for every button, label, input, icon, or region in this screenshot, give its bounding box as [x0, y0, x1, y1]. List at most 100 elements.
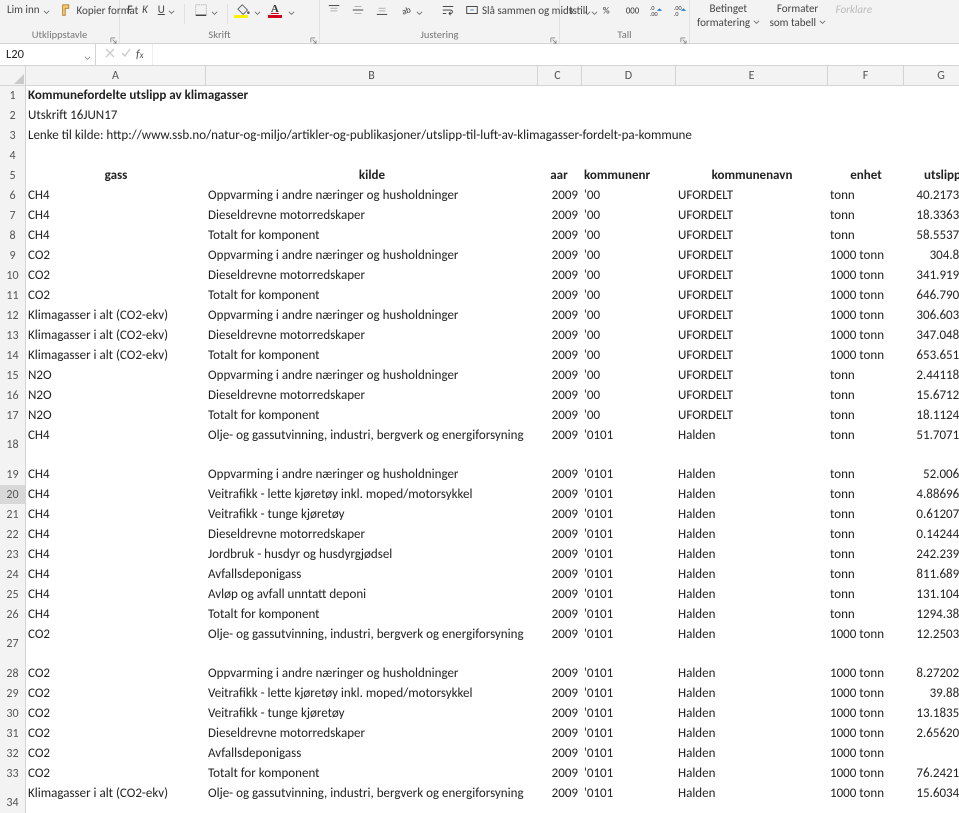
cell[interactable]: Klimagasser i alt (CO2-ekv): [26, 326, 206, 345]
cell[interactable]: CH4: [26, 206, 206, 225]
formula-input[interactable]: [159, 46, 953, 63]
cell[interactable]: UFORDELT: [676, 206, 828, 225]
cell[interactable]: Halden: [676, 724, 828, 743]
cell[interactable]: '0101: [582, 426, 676, 445]
row-header[interactable]: 7: [0, 206, 25, 226]
fx-icon[interactable]: fx: [136, 48, 144, 62]
cell[interactable]: 1000 tonn: [828, 625, 904, 644]
cell[interactable]: CH4: [26, 605, 206, 624]
cell[interactable]: Halden: [676, 465, 828, 484]
cell[interactable]: 2009: [538, 724, 582, 743]
cell[interactable]: Totalt for komponent: [206, 605, 538, 624]
cell[interactable]: 1000 tonn: [828, 326, 904, 345]
cell[interactable]: '00: [582, 266, 676, 285]
cell[interactable]: Halden: [676, 664, 828, 683]
cell[interactable]: 12.2503273: [904, 625, 959, 644]
cell[interactable]: 0.14244618: [904, 525, 959, 544]
row-header[interactable]: 1: [0, 86, 25, 106]
dialog-launcher-icon[interactable]: [310, 34, 317, 41]
cell[interactable]: '0101: [582, 664, 676, 683]
enter-icon[interactable]: [120, 47, 132, 63]
cell[interactable]: 2009: [538, 764, 582, 783]
cell[interactable]: CH4: [26, 226, 206, 245]
row-headers[interactable]: 1234567891011121314151617181920212223242…: [0, 86, 26, 813]
cell[interactable]: tonn: [828, 186, 904, 205]
cell[interactable]: 18.1124022: [904, 406, 959, 425]
column-headers[interactable]: A B C D E F G: [26, 66, 959, 86]
bold-button[interactable]: F: [124, 2, 135, 17]
cell[interactable]: Kommunefordelte utslipp av klimagasser: [26, 86, 206, 105]
cell[interactable]: 18.3363969: [904, 206, 959, 225]
col-header-B[interactable]: B: [206, 66, 538, 85]
borders-button[interactable]: [191, 2, 221, 18]
row-header[interactable]: 9: [0, 246, 25, 266]
table-row[interactable]: CO2Dieseldrevne motorredskaper2009'0101H…: [26, 724, 959, 744]
cell[interactable]: UFORDELT: [676, 346, 828, 365]
column-header-cell[interactable]: kommunenavn: [676, 166, 828, 185]
cell[interactable]: CH4: [26, 465, 206, 484]
column-header-cell[interactable]: kilde: [206, 166, 538, 185]
col-header-G[interactable]: G: [904, 66, 959, 85]
table-row[interactable]: CH4Avløp og avfall unntatt deponi2009'01…: [26, 585, 959, 605]
cell-styles-button[interactable]: Forklare: [833, 2, 876, 17]
cell[interactable]: UFORDELT: [676, 326, 828, 345]
cell[interactable]: CO2: [26, 744, 206, 763]
cell[interactable]: N2O: [26, 366, 206, 385]
cell[interactable]: UFORDELT: [676, 286, 828, 305]
cell[interactable]: 1294.38861: [904, 605, 959, 624]
cell[interactable]: Klimagasser i alt (CO2-ekv): [26, 346, 206, 365]
cell[interactable]: CH4: [26, 585, 206, 604]
table-row[interactable]: CO2Olje- og gassutvinning, industri, ber…: [26, 625, 959, 664]
cell[interactable]: tonn: [828, 226, 904, 245]
cell[interactable]: Totalt for komponent: [206, 286, 538, 305]
cell[interactable]: Halden: [676, 565, 828, 584]
cell[interactable]: '00: [582, 386, 676, 405]
cell[interactable]: UFORDELT: [676, 386, 828, 405]
table-row[interactable]: Kommunefordelte utslipp av klimagasser: [26, 86, 959, 106]
table-row[interactable]: Klimagasser i alt (CO2-ekv)Oppvarming i …: [26, 306, 959, 326]
cell[interactable]: 2009: [538, 485, 582, 504]
cell[interactable]: 2.65620238: [904, 724, 959, 743]
cell[interactable]: '0101: [582, 505, 676, 524]
row-header[interactable]: 8: [0, 226, 25, 246]
cell[interactable]: '00: [582, 186, 676, 205]
select-all-corner[interactable]: [0, 66, 26, 86]
cell[interactable]: 306.603107: [904, 306, 959, 325]
cell[interactable]: Avløp og avfall unntatt deponi: [206, 585, 538, 604]
wrap-text-button[interactable]: [438, 2, 458, 18]
cell[interactable]: CO2: [26, 724, 206, 743]
italic-button[interactable]: K: [139, 2, 151, 17]
cell[interactable]: Halden: [676, 505, 828, 524]
cell[interactable]: Dieseldrevne motorredskaper: [206, 525, 538, 544]
cell[interactable]: Oppvarming i andre næringer og husholdni…: [206, 246, 538, 265]
cell[interactable]: 2009: [538, 625, 582, 644]
fill-color-button[interactable]: [234, 2, 264, 18]
row-header[interactable]: 16: [0, 386, 25, 406]
table-row[interactable]: CH4Totalt for komponent2009'0101Haldento…: [26, 605, 959, 625]
cell[interactable]: CH4: [26, 525, 206, 544]
row-header[interactable]: 26: [0, 605, 25, 625]
cell[interactable]: Veitrafikk - tunge kjøretøy: [206, 704, 538, 723]
table-row[interactable]: CO2Totalt for komponent2009'0101Halden10…: [26, 764, 959, 784]
column-header-cell[interactable]: gass: [26, 166, 206, 185]
cell[interactable]: '0101: [582, 585, 676, 604]
thousands-button[interactable]: 000: [622, 2, 642, 18]
decrease-decimal-button[interactable]: .00.0: [670, 2, 690, 18]
cell[interactable]: Olje- og gassutvinning, industri, bergve…: [206, 784, 538, 802]
row-header[interactable]: 17: [0, 406, 25, 426]
table-row[interactable]: CH4Oppvarming i andre næringer og hushol…: [26, 465, 959, 485]
cell[interactable]: UFORDELT: [676, 246, 828, 265]
cell[interactable]: '00: [582, 366, 676, 385]
column-header-cell[interactable]: utslipp: [904, 166, 959, 185]
col-header-E[interactable]: E: [676, 66, 828, 85]
accounting-format-button[interactable]: $: [564, 2, 594, 18]
conditional-formatting-button[interactable]: Betinget formatering: [694, 2, 763, 29]
table-row[interactable]: CO2Veitrafikk - lette kjøretøy inkl. mop…: [26, 684, 959, 704]
row-header[interactable]: 29: [0, 684, 25, 704]
cell[interactable]: Totalt for komponent: [206, 346, 538, 365]
column-header-cell[interactable]: enhet: [828, 166, 904, 185]
row-header[interactable]: 27: [0, 625, 25, 664]
cells-area[interactable]: Kommunefordelte utslipp av klimagasser U…: [26, 86, 959, 813]
cell[interactable]: 2009: [538, 426, 582, 445]
cell[interactable]: Halden: [676, 605, 828, 624]
